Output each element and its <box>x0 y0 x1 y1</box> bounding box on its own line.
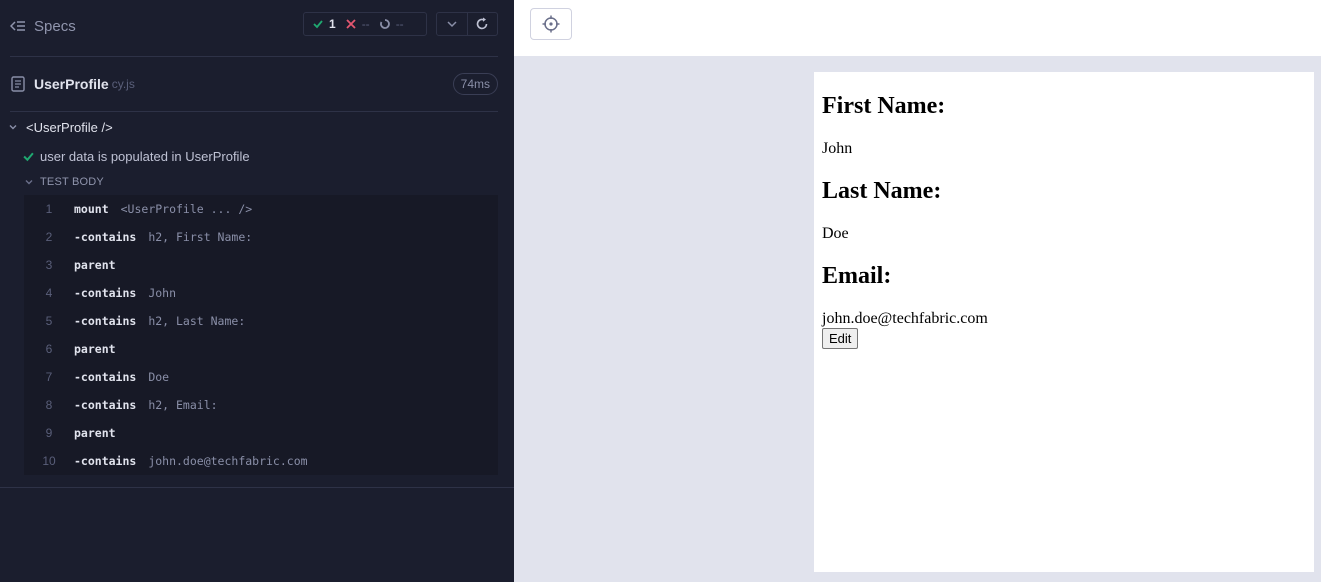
x-icon <box>346 19 356 29</box>
command-row[interactable]: 8 -contains h2, Email: <box>24 391 498 419</box>
command-message: h2, Email: <box>148 398 218 412</box>
command-row[interactable]: 2 -contains h2, First Name: <box>24 223 498 251</box>
first-name-value: John <box>822 140 853 157</box>
collapse-all-button[interactable] <box>437 13 467 35</box>
runnable-divider <box>0 487 514 488</box>
restart-button[interactable] <box>466 13 497 35</box>
command-row[interactable]: 1 mount <UserProfile ... /> <box>24 195 498 223</box>
restart-icon <box>477 17 488 30</box>
command-method: -contains <box>74 230 137 244</box>
failed-count: -- <box>361 17 370 31</box>
aut-header <box>514 0 1321 56</box>
command-row[interactable]: 3 parent <box>24 251 498 279</box>
command-row[interactable]: 7 -contains Doe <box>24 363 498 391</box>
command-message: h2, Last Name: <box>148 314 246 328</box>
test-row[interactable]: user data is populated in UserProfile <box>23 146 250 166</box>
spec-name: UserProfile <box>34 76 109 92</box>
specs-label: Specs <box>34 17 76 35</box>
command-log: 1 mount <UserProfile ... /> 2 -contains … <box>24 195 498 475</box>
pending-count: -- <box>395 17 404 31</box>
pending-icon <box>379 19 390 29</box>
command-message: John <box>148 286 177 300</box>
specs-list-icon <box>10 21 25 31</box>
command-number: 2 <box>45 230 53 244</box>
chevron-down-icon <box>25 180 33 185</box>
specs-toggle-button[interactable]: Specs <box>10 14 76 38</box>
last-name-heading: Last Name: <box>822 178 942 204</box>
passed-stat: 1 <box>313 17 336 31</box>
command-number: 6 <box>45 342 53 356</box>
command-number: 4 <box>45 286 53 300</box>
email-heading: Email: <box>822 263 892 289</box>
reporter-panel: Specs 1 -- -- UserProfile cy.js 74ms <Us… <box>0 0 514 582</box>
command-method: -contains <box>74 314 137 328</box>
command-method: parent <box>74 426 116 440</box>
command-method: -contains <box>74 370 137 384</box>
spec-file-row[interactable]: UserProfile cy.js 74ms <box>10 72 498 96</box>
failed-stat: -- <box>346 17 370 31</box>
command-message: Doe <box>148 370 170 384</box>
command-number: 3 <box>45 258 53 272</box>
check-icon <box>313 20 323 29</box>
command-method: parent <box>74 258 116 272</box>
suite-row[interactable]: <UserProfile /> <box>8 117 113 137</box>
aut-viewport: First Name: John Last Name: Doe Email: j… <box>814 72 1314 572</box>
chevron-down-icon <box>447 21 457 28</box>
command-method: mount <box>74 202 109 216</box>
check-icon <box>23 152 34 161</box>
suite-title: <UserProfile /> <box>26 119 113 135</box>
command-number: 7 <box>45 370 53 384</box>
test-title: user data is populated in UserProfile <box>40 148 250 164</box>
command-number: 8 <box>45 398 53 412</box>
command-row[interactable]: 5 -contains h2, Last Name: <box>24 307 498 335</box>
spec-divider <box>10 111 498 112</box>
test-stats: 1 -- -- <box>303 12 427 36</box>
command-number: 10 <box>42 454 56 468</box>
selector-playground-button[interactable] <box>530 8 572 40</box>
email-value: john.doe@techfabric.com <box>822 310 988 327</box>
command-method: -contains <box>74 286 137 300</box>
last-name-value: Doe <box>822 225 849 242</box>
command-number: 1 <box>45 202 53 216</box>
command-row[interactable]: 4 -contains John <box>24 279 498 307</box>
test-body-toggle[interactable]: TEST BODY <box>24 174 104 190</box>
command-row[interactable]: 10 -contains john.doe@techfabric.com <box>24 447 498 475</box>
first-name-heading: First Name: <box>822 93 946 119</box>
command-number: 5 <box>45 314 53 328</box>
command-message: h2, First Name: <box>148 230 253 244</box>
command-row[interactable]: 6 parent <box>24 335 498 363</box>
test-body-label: TEST BODY <box>40 176 104 188</box>
passed-count: 1 <box>329 17 336 31</box>
command-method: -contains <box>74 454 137 468</box>
selector-playground-icon <box>542 15 560 33</box>
command-message: john.doe@techfabric.com <box>148 454 308 468</box>
run-controls <box>436 12 498 36</box>
command-method: -contains <box>74 398 137 412</box>
file-icon <box>11 76 25 92</box>
chevron-down-icon <box>9 125 17 130</box>
header-divider <box>10 56 498 57</box>
command-row[interactable]: 9 parent <box>24 419 498 447</box>
duration-badge: 74ms <box>452 73 498 95</box>
command-number: 9 <box>45 426 53 440</box>
command-message: <UserProfile ... /> <box>120 202 253 216</box>
edit-button[interactable]: Edit <box>822 328 859 349</box>
reporter-header: Specs 1 -- -- <box>0 0 514 52</box>
command-method: parent <box>74 342 116 356</box>
spec-extension: cy.js <box>111 77 135 91</box>
aut-panel: First Name: John Last Name: Doe Email: j… <box>514 0 1321 582</box>
pending-stat: -- <box>379 17 404 31</box>
